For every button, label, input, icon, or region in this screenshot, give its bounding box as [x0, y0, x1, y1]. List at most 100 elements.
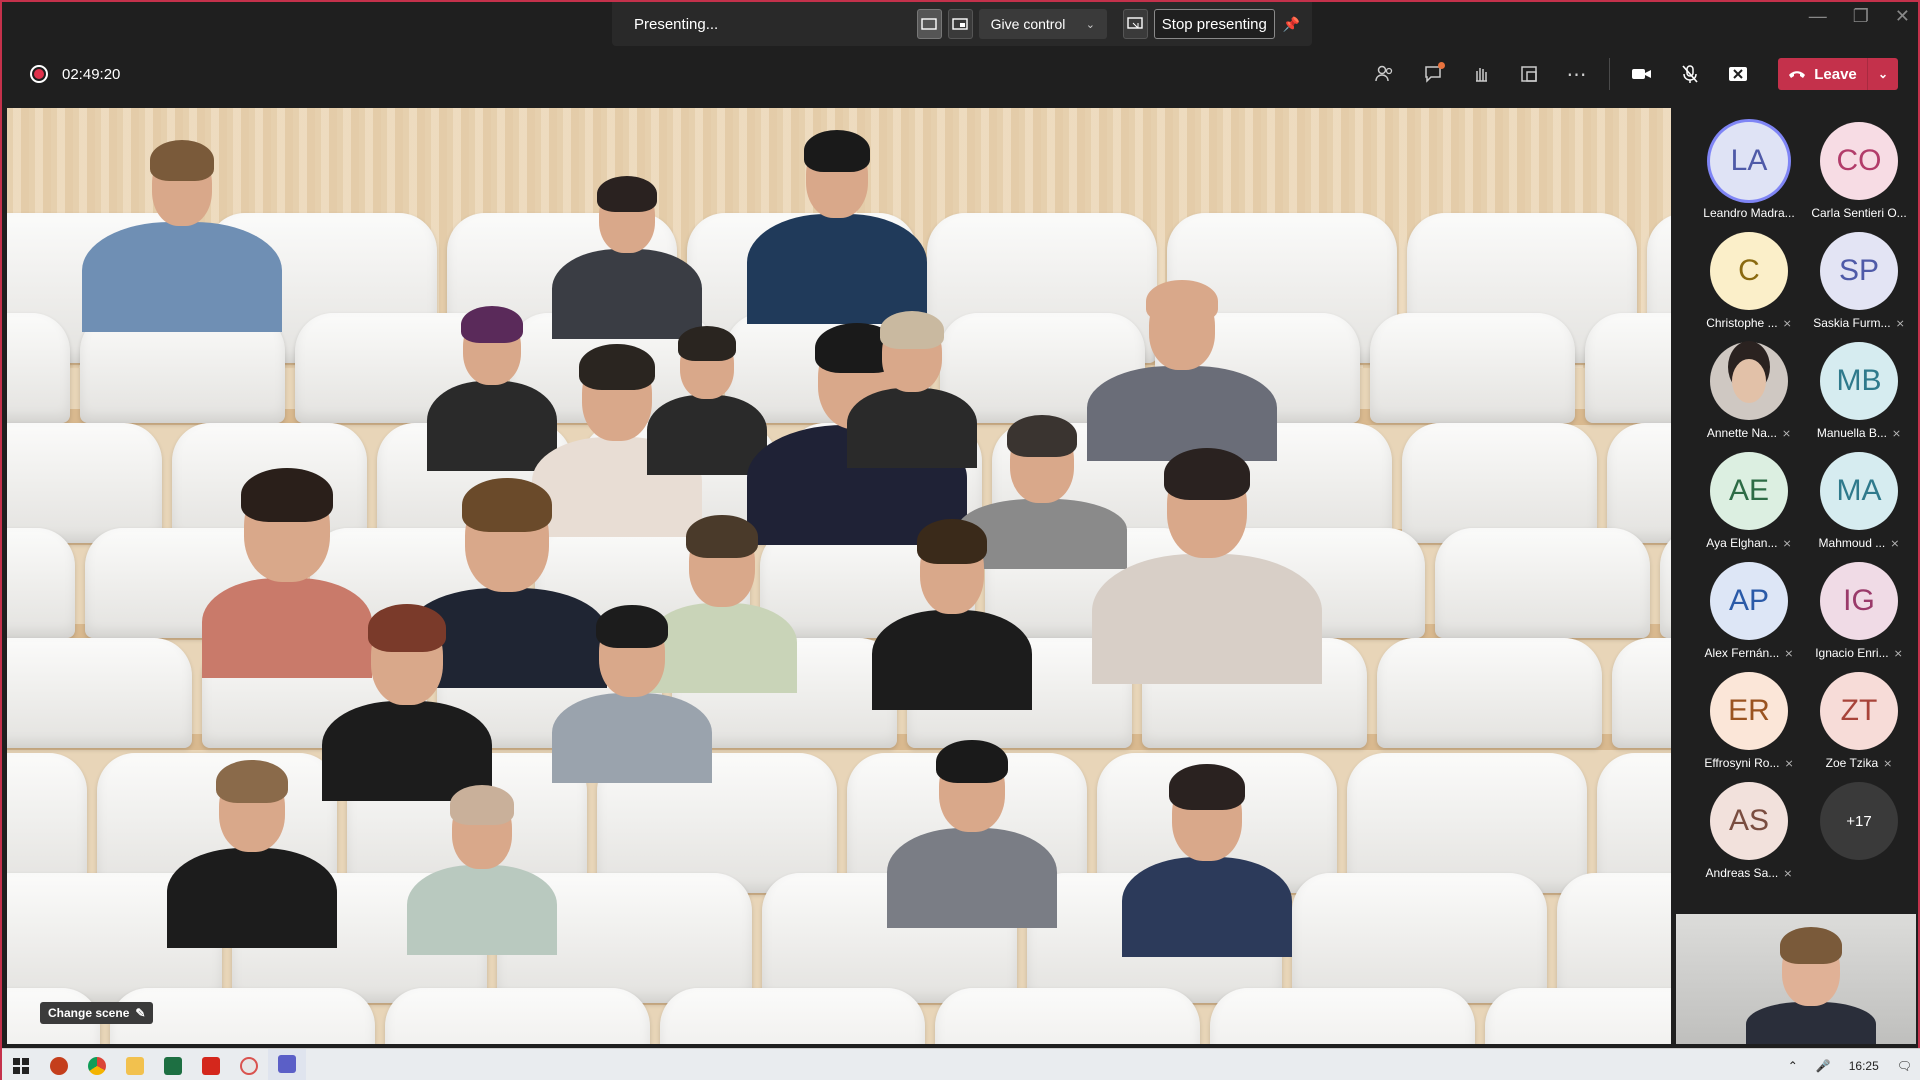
participant-tile[interactable]: IG Ignacio Enri... ⨯ [1804, 562, 1914, 660]
participant-shirt [322, 701, 492, 801]
participant-head [149, 140, 215, 226]
participant-hair [579, 344, 655, 390]
participant-hair [449, 785, 515, 825]
include-system-audio-button[interactable] [1123, 9, 1148, 39]
mic-off-icon: ⨯ [1782, 537, 1792, 550]
leave-button[interactable]: Leave ⌄ [1778, 58, 1898, 90]
participant-head [879, 310, 945, 392]
show-hidden-icons-chevron-icon[interactable]: ⌃ [1788, 1059, 1798, 1073]
rooms-button[interactable] [1505, 56, 1553, 92]
participant-video [1122, 764, 1292, 957]
participant-tile[interactable]: Annette Na... ⨯ [1694, 342, 1804, 440]
participant-head [449, 785, 515, 869]
taskbar-acrobat-icon[interactable] [192, 1049, 230, 1080]
participant-head [240, 467, 334, 582]
pin-icon[interactable]: 📌 [1281, 9, 1302, 39]
participant-name-text: Christophe ... [1706, 316, 1778, 330]
participant-hair [368, 603, 446, 652]
minimize-icon[interactable]: — [1809, 6, 1827, 27]
share-tray-icon [1729, 67, 1747, 81]
participant-name-text: Andreas Sa... [1705, 866, 1779, 880]
participant-tile[interactable]: AP Alex Fernán... ⨯ [1694, 562, 1804, 660]
close-icon[interactable]: ✕ [1895, 6, 1910, 27]
mic-off-icon: ⨯ [1883, 757, 1893, 770]
participant-tile[interactable]: +17 [1804, 782, 1914, 860]
breakout-rooms-icon [1521, 66, 1537, 82]
participant-head [686, 514, 758, 607]
participant-tile[interactable]: MB Manuella B... ⨯ [1804, 342, 1914, 440]
mic-off-icon: ⨯ [1890, 537, 1900, 550]
avatar: SP [1820, 232, 1898, 310]
taskbar-chrome-icon[interactable] [78, 1049, 116, 1080]
chevron-down-icon: ⌄ [1085, 18, 1095, 31]
auditorium-seat [1292, 873, 1547, 1003]
participant-hair [1146, 279, 1218, 323]
participant-name: Carla Sentieri O... [1811, 206, 1906, 220]
camera-button[interactable] [1618, 56, 1666, 92]
participant-video [82, 140, 282, 332]
participant-tile[interactable]: LA Leandro Madra... [1694, 122, 1804, 220]
mic-off-icon [1682, 65, 1698, 83]
auditorium-seat [7, 528, 75, 638]
more-actions-button[interactable]: ⋯ [1553, 56, 1601, 92]
taskbar-teams-icon[interactable] [268, 1048, 306, 1080]
taskbar-file-explorer-icon[interactable] [116, 1049, 154, 1080]
participant-tile[interactable]: MA Mahmoud ... ⨯ [1804, 452, 1914, 550]
participant-head [677, 326, 737, 399]
windows-logo-icon [13, 1057, 29, 1074]
avatar-photo-face [1732, 359, 1766, 403]
participant-name: Annette Na... ⨯ [1707, 426, 1791, 440]
participant-name-text: Saskia Furm... [1813, 316, 1891, 330]
present-with-video-button[interactable] [947, 9, 973, 39]
recording-icon [30, 65, 48, 83]
meeting-timer: 02:49:20 [62, 65, 121, 83]
participant-tile[interactable]: AS Andreas Sa... ⨯ [1694, 782, 1804, 880]
avatar: C [1710, 232, 1788, 310]
participant-head [596, 604, 668, 697]
reactions-button[interactable] [1457, 56, 1505, 92]
mic-off-icon: ⨯ [1784, 647, 1794, 660]
stop-presenting-button[interactable]: Stop presenting [1153, 9, 1275, 39]
hang-up-icon [1789, 71, 1806, 78]
mic-off-icon: ⨯ [1893, 647, 1903, 660]
participant-tile[interactable]: CO Carla Sentieri O... [1804, 122, 1914, 220]
participant-tile[interactable]: ZT Zoe Tzika ⨯ [1804, 672, 1914, 770]
leave-main[interactable]: Leave [1778, 58, 1868, 90]
participant-shirt [407, 865, 557, 955]
stop-sharing-button[interactable] [1714, 56, 1762, 92]
participant-tile[interactable]: C Christophe ... ⨯ [1694, 232, 1804, 330]
participant-head [1169, 764, 1245, 861]
clock[interactable]: 16:25 [1849, 1059, 1879, 1073]
participant-head [803, 130, 871, 218]
participant-hair [936, 739, 1008, 784]
change-scene-button[interactable]: Change scene ✎ [40, 1002, 154, 1024]
auditorium-seat [1484, 988, 1671, 1044]
give-control-dropdown[interactable]: Give control ⌄ [978, 9, 1107, 39]
participant-head [936, 739, 1008, 832]
participant-tile[interactable]: SP Saskia Furm... ⨯ [1804, 232, 1914, 330]
auditorium-seat [1369, 313, 1575, 423]
seat-row [7, 988, 1671, 1044]
taskbar-excel-icon[interactable] [154, 1049, 192, 1080]
more-participants-badge: +17 [1820, 782, 1898, 860]
show-participants-button[interactable] [1361, 56, 1409, 92]
participant-tile[interactable]: AE Aya Elghan... ⨯ [1694, 452, 1804, 550]
participant-tile[interactable]: ER Effrosyni Ro... ⨯ [1694, 672, 1804, 770]
present-screen-only-button[interactable] [917, 9, 942, 39]
taskbar-paint-icon[interactable] [230, 1049, 268, 1080]
start-button[interactable] [2, 1049, 40, 1080]
participant-head [461, 477, 553, 592]
participant-hair [240, 467, 334, 522]
microphone-tray-icon[interactable]: 🎤 [1816, 1059, 1831, 1073]
participant-name-text: Aya Elghan... [1706, 536, 1778, 550]
participant-video [747, 130, 927, 324]
screen-with-video-icon [952, 18, 968, 30]
mic-off-icon: ⨯ [1782, 317, 1792, 330]
participant-hair [1169, 764, 1245, 810]
mic-button[interactable] [1666, 56, 1714, 92]
leave-options-chevron-icon[interactable]: ⌄ [1868, 67, 1898, 81]
restore-icon[interactable]: ❐ [1853, 6, 1869, 27]
notifications-icon[interactable]: 🗨 [1897, 1059, 1912, 1073]
taskbar-powerpoint-icon[interactable] [40, 1049, 78, 1080]
show-conversation-button[interactable] [1409, 56, 1457, 92]
